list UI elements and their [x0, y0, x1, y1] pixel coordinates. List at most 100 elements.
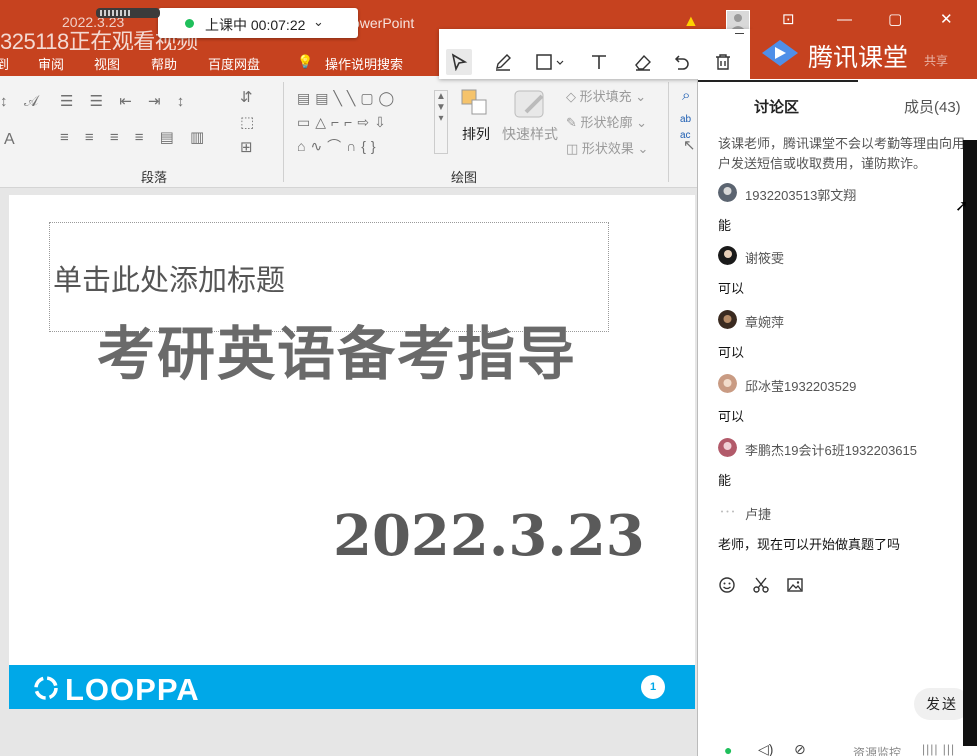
arrange-icon[interactable] — [460, 88, 490, 118]
class-status-text: 上课中 00:07:22 — [205, 17, 306, 33]
bullet-list-icon[interactable]: ☰ ☰ ⇤ ⇥ ↕ — [60, 94, 190, 110]
pointer-icon[interactable] — [446, 49, 472, 75]
toolbar-minimize-icon[interactable] — [735, 33, 744, 34]
microphone-icon[interactable]: ● — [724, 742, 732, 756]
anti-fraud-notice: 该课老师，腾讯课堂不会以考勤等理由向用户发送短信或收取费用，谨防欺诈。 — [718, 136, 966, 171]
smartart-icon[interactable]: ⊞ — [240, 140, 253, 156]
image-icon[interactable] — [786, 576, 804, 594]
avatar[interactable] — [718, 374, 737, 393]
shape-outline-label: 形状轮廓 — [580, 115, 633, 130]
shape-fill-button[interactable]: ◇ 形状填充 ⌄ — [566, 86, 646, 105]
mouse-cursor-icon: ➚ — [955, 198, 969, 215]
avatar[interactable] — [718, 438, 737, 457]
avatar[interactable] — [718, 502, 737, 521]
ribbon-separator — [668, 82, 669, 182]
slide-canvas[interactable]: 单击此处添加标题 考研英语备考指导 2022.3.23 LOOPPA 1 — [9, 195, 695, 709]
quick-styles-icon[interactable] — [512, 88, 550, 120]
tab-members[interactable]: 成员(43) — [904, 96, 961, 117]
menu-partial[interactable]: 到 — [0, 54, 9, 73]
speaker-icon[interactable]: ◁) — [758, 741, 773, 756]
shape-outline-button[interactable]: ✎ 形状轮廓 ⌄ — [566, 112, 647, 131]
maximize-icon[interactable]: ▢ — [888, 12, 902, 28]
avatar[interactable] — [718, 310, 737, 329]
tencent-classroom-title: 腾讯课堂 — [808, 44, 909, 72]
slide-title: 考研英语备考指导 — [97, 320, 578, 388]
select-icon[interactable]: ↖ — [683, 138, 696, 154]
slide-page-number: 1 — [641, 675, 665, 699]
panel-bottom-bar: ● ◁) ⊘ 资源监控 |||| ||| — [698, 731, 977, 756]
font-size-icon[interactable]: A — [4, 132, 15, 148]
menu-baidu-netdisk[interactable]: 百度网盘 — [208, 54, 260, 73]
rectangle-icon[interactable] — [534, 49, 568, 75]
shape-effect-button[interactable]: ◫ 形状效果 ⌄ — [566, 138, 648, 157]
menu-tell-me-search[interactable]: 操作说明搜索 — [325, 54, 403, 73]
close-icon[interactable]: ✕ — [940, 12, 953, 28]
shapes-row-3[interactable]: ⌂∿⌒∩{} — [297, 138, 381, 154]
chat-text: 能 — [718, 218, 732, 233]
screen: 2022.3.23 325118正在观看视频 owerPoint ▲ ⊡ — ▢… — [0, 0, 977, 756]
chat-text: 老师，现在可以开始做真题了吗 — [718, 537, 901, 552]
signal-bars-icon: |||| ||| — [922, 742, 956, 756]
menu-help[interactable]: 帮助 — [151, 54, 177, 73]
chat-text: 能 — [718, 473, 732, 488]
emoji-icon[interactable] — [718, 576, 736, 594]
discussion-panel: 📌 讨论区 成员(43) 该课老师，腾讯课堂不会以考勤等理由向用户发送短信或收取… — [697, 79, 977, 756]
delete-icon[interactable] — [710, 49, 736, 75]
font-color-icon[interactable]: ↕ — [0, 94, 8, 110]
live-dot-icon — [185, 19, 194, 28]
ribbon-display-icon[interactable]: ⊡ — [782, 12, 795, 28]
group-drawing-label: 绘图 — [451, 170, 478, 185]
chevron-down-icon[interactable]: ⌄ — [313, 14, 324, 30]
chat-text: 可以 — [718, 345, 745, 360]
align-text-icon[interactable]: ⬚ — [240, 115, 254, 131]
panel-scrollbar[interactable] — [963, 140, 977, 746]
share-label[interactable]: 共享 — [924, 52, 948, 69]
tab-discussion[interactable]: 讨论区 — [754, 96, 799, 117]
shape-fill-label: 形状填充 — [579, 89, 632, 104]
align-icons[interactable]: ≡ ≡ ≡ ≡ ▤ ▥ — [60, 130, 210, 146]
menu-view[interactable]: 视图 — [94, 54, 120, 73]
group-paragraph-label: 段落 — [141, 170, 168, 185]
ribbon-separator — [283, 82, 284, 182]
app-title: owerPoint — [352, 15, 415, 31]
resource-monitor-label[interactable]: 资源监控 — [853, 744, 901, 756]
chat-username[interactable]: 1932203513郭文翔 — [745, 185, 856, 204]
pen-icon[interactable] — [490, 49, 516, 75]
avatar[interactable] — [718, 183, 737, 202]
shapes-scroll[interactable]: ▲ ▼ ▾ — [434, 90, 448, 154]
chat-username[interactable]: 李鹏杰19会计6班1932203615 — [745, 440, 917, 459]
class-status-pill[interactable]: 上课中 00:07:22 ⌄ — [158, 8, 358, 38]
chat-username[interactable]: 章婉萍 — [745, 312, 784, 331]
avatar[interactable] — [718, 246, 737, 265]
mic-level-meter — [96, 8, 160, 18]
menu-review[interactable]: 审阅 — [38, 54, 64, 73]
undo-icon[interactable] — [668, 49, 694, 75]
chat-username[interactable]: 卢捷 — [745, 504, 771, 523]
text-direction-icon[interactable]: ⇵ — [240, 90, 253, 106]
tencent-classroom-logo-icon — [758, 36, 802, 70]
looppa-logo-text: LOOPPA — [65, 672, 200, 707]
scissors-icon[interactable] — [752, 576, 770, 594]
find-icon[interactable]: ⌕ — [682, 88, 690, 104]
clear-format-icon[interactable]: 𝒜 — [24, 94, 38, 110]
slide-footer: LOOPPA 1 — [9, 665, 695, 709]
warning-icon[interactable]: ▲ — [683, 14, 699, 30]
title-placeholder-text[interactable]: 单击此处添加标题 — [53, 257, 285, 299]
chat-text: 可以 — [718, 281, 745, 296]
shapes-row-2[interactable]: ▭△⌐⌐⇨⇩ — [297, 114, 391, 130]
minimize-icon[interactable]: — — [837, 12, 852, 28]
quick-styles-label[interactable]: 快速样式 — [502, 124, 558, 144]
slide-date: 2022.3.23 — [333, 503, 645, 569]
chat-username[interactable]: 邱冰莹1932203529 — [745, 376, 856, 395]
shapes-row-1[interactable]: ▤▤╲╲▢◯ — [297, 90, 399, 106]
text-icon[interactable] — [586, 49, 612, 75]
arrange-label[interactable]: 排列 — [462, 124, 490, 144]
send-button[interactable]: 发送 — [914, 688, 970, 720]
annotation-toolbar — [439, 29, 750, 79]
looppa-logo-icon — [33, 675, 59, 701]
lightbulb-icon: 💡 — [297, 54, 314, 69]
camera-off-icon[interactable]: ⊘ — [794, 741, 806, 756]
eraser-icon[interactable] — [630, 49, 656, 75]
tab-active-indicator — [698, 80, 858, 82]
chat-username[interactable]: 谢筱雯 — [745, 248, 784, 267]
